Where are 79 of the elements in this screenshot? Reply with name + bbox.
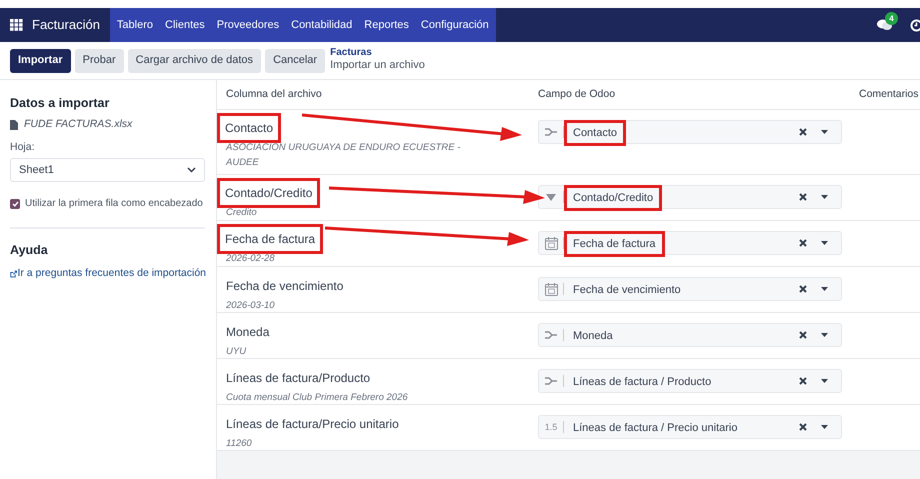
sample-value: Credito bbox=[226, 206, 258, 220]
column-name: Contado/Credito bbox=[220, 181, 318, 205]
column-name: Fecha de vencimiento bbox=[226, 278, 344, 295]
menu-item[interactable]: Reportes bbox=[364, 16, 409, 34]
caret-icon[interactable] bbox=[821, 379, 828, 383]
clear-icon[interactable] bbox=[799, 193, 807, 201]
sample-value: Cuota mensual Club Primera Febrero 2026 bbox=[226, 391, 409, 405]
field-select[interactable]: Fecha de vencimiento bbox=[538, 277, 842, 301]
caret-icon[interactable] bbox=[821, 241, 828, 245]
clear-icon[interactable] bbox=[799, 331, 807, 339]
field-select[interactable]: Moneda bbox=[538, 323, 842, 347]
chevron-down-icon bbox=[187, 167, 196, 174]
triangle-icon bbox=[546, 194, 556, 200]
field-select[interactable]: Fecha de factura bbox=[538, 231, 842, 255]
field-name: Contado/Credito bbox=[567, 188, 660, 208]
connector-icon bbox=[544, 127, 558, 137]
calendar-icon bbox=[544, 236, 558, 250]
column-name: Líneas de factura/Producto bbox=[226, 370, 370, 387]
clear-icon[interactable] bbox=[799, 239, 807, 247]
toolbar-button[interactable]: Importar bbox=[10, 48, 71, 72]
field-name: Fecha de vencimiento bbox=[573, 284, 681, 296]
file-icon bbox=[10, 120, 18, 130]
field-select[interactable]: Contado/Credito bbox=[538, 185, 842, 209]
column-name: Contacto bbox=[220, 116, 278, 140]
checkbox-label: Utilizar la primera fila como encabezado bbox=[25, 197, 203, 212]
field-name: Líneas de factura / Precio unitario bbox=[573, 422, 738, 434]
sheet-label: Hoja: bbox=[10, 140, 36, 154]
column-name: Fecha de factura bbox=[220, 227, 320, 251]
connector-icon bbox=[544, 330, 558, 340]
menu-item[interactable]: Tablero bbox=[116, 16, 153, 34]
field-select[interactable]: Líneas de factura / Producto bbox=[538, 369, 842, 393]
calendar-icon bbox=[544, 282, 558, 296]
sample-value: 11260 bbox=[226, 437, 253, 451]
menu-item[interactable]: Proveedores bbox=[216, 16, 280, 34]
field-name: Fecha de factura bbox=[567, 234, 662, 254]
field-select[interactable]: Contacto bbox=[538, 120, 842, 144]
column-header: Campo de Odoo bbox=[538, 86, 616, 102]
column-name: Moneda bbox=[226, 324, 270, 341]
external-link-icon bbox=[10, 268, 18, 279]
caret-icon[interactable] bbox=[821, 425, 828, 429]
column-header: Columna del archivo bbox=[225, 86, 323, 102]
caret-icon[interactable] bbox=[821, 333, 828, 337]
field-select[interactable]: 1.5 Líneas de factura / Precio unitario bbox=[538, 415, 842, 439]
menu-item[interactable]: Configuración bbox=[420, 16, 489, 34]
caret-icon[interactable] bbox=[821, 195, 828, 199]
file-name: FUDE FACTURAS.xlsx bbox=[24, 116, 132, 132]
breadcrumb-current: Importar un archivo bbox=[330, 58, 425, 70]
apps-grid-icon[interactable] bbox=[10, 19, 23, 31]
sample-value: UYU bbox=[226, 345, 248, 359]
clear-icon[interactable] bbox=[799, 285, 807, 293]
column-name: Líneas de factura/Precio unitario bbox=[226, 416, 399, 433]
toolbar-button[interactable]: Cancelar bbox=[265, 48, 326, 72]
app-name[interactable]: Facturación bbox=[32, 15, 100, 35]
field-name: Líneas de factura / Producto bbox=[573, 376, 712, 388]
sample-value: 2026-02-28 bbox=[226, 252, 276, 266]
clear-icon[interactable] bbox=[799, 423, 807, 431]
menu-item[interactable]: Clientes bbox=[165, 16, 205, 34]
clear-icon[interactable] bbox=[799, 128, 807, 136]
sheet-select[interactable]: Sheet1 bbox=[10, 158, 205, 182]
toolbar-button[interactable]: Cargar archivo de datos bbox=[128, 48, 262, 72]
breadcrumb-link[interactable]: Facturas bbox=[330, 46, 425, 58]
column-header: Comentarios bbox=[859, 86, 919, 102]
clear-icon[interactable] bbox=[799, 377, 807, 385]
clock-icon[interactable] bbox=[910, 18, 920, 32]
caret-icon[interactable] bbox=[821, 130, 828, 134]
toolbar-button[interactable]: Probar bbox=[74, 48, 124, 72]
notification-badge: 4 bbox=[885, 12, 898, 25]
section-title: Datos a importar bbox=[10, 95, 110, 112]
field-name: Contacto bbox=[567, 123, 624, 143]
connector-icon bbox=[544, 376, 558, 386]
sample-value: 2026-03-10 bbox=[226, 299, 276, 313]
menu-item[interactable]: Contabilidad bbox=[291, 16, 352, 34]
decimal-icon: 1.5 bbox=[544, 422, 558, 432]
field-name: Moneda bbox=[573, 330, 613, 342]
checkbox[interactable] bbox=[10, 198, 20, 209]
help-link[interactable]: Ir a preguntas frecuentes de importación bbox=[17, 266, 206, 282]
section-title: Ayuda bbox=[10, 242, 49, 260]
sample-value: ASOCIACION URUGUAYA DE ENDURO ECUESTRE - AUDEE bbox=[226, 141, 462, 170]
caret-icon[interactable] bbox=[821, 287, 828, 291]
